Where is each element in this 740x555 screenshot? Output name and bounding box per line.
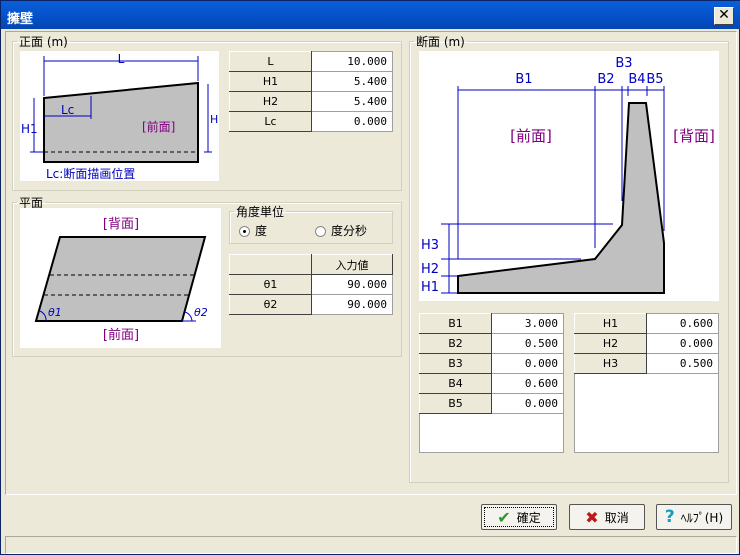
- help-label: ﾍﾙﾌﾟ(H): [680, 510, 724, 525]
- row-label: H2: [229, 91, 312, 112]
- dim-h1-label: H1: [21, 122, 38, 136]
- ok-button[interactable]: ✔ 確定: [481, 504, 557, 530]
- column-header: 入力値: [311, 254, 393, 275]
- front-face-label: [前面]: [510, 127, 552, 145]
- value-cell-theta1[interactable]: 90.000: [311, 274, 393, 295]
- value-cell-b1[interactable]: 3.000: [491, 313, 564, 334]
- row-label: H3: [574, 353, 647, 374]
- table-row: Lc 0.000: [229, 111, 393, 132]
- value-cell-theta2[interactable]: 90.000: [311, 294, 393, 315]
- row-label: B3: [419, 353, 492, 374]
- theta1-label: θ1: [48, 306, 62, 319]
- dim-b5-label: B5: [646, 72, 663, 87]
- value-cell-h3[interactable]: 0.500: [646, 353, 719, 374]
- row-label: Lc: [229, 111, 312, 132]
- ok-label: 確定: [516, 510, 541, 525]
- value-cell-b5[interactable]: 0.000: [491, 393, 564, 414]
- dim-l-label: L: [118, 52, 125, 66]
- section-legend: 断面 (m): [416, 35, 465, 49]
- dim-b3-label: B3: [615, 56, 632, 71]
- row-label: B1: [419, 313, 492, 334]
- table-row: L 10.000: [229, 51, 393, 72]
- table-row: H3 0.500: [574, 353, 719, 374]
- section-diagram: B1 B2 B3 B4 B5 H3 H2 H1 [前面] [背面]: [419, 51, 719, 301]
- status-bar: [5, 536, 737, 554]
- table-row: B4 0.600: [419, 373, 564, 394]
- table-row: H1 5.400: [229, 71, 393, 92]
- header-blank: [229, 254, 312, 275]
- front-face-label: [前面]: [142, 119, 175, 134]
- table-row: B5 0.000: [419, 393, 564, 414]
- row-label: H1: [574, 313, 647, 334]
- value-cell-h1[interactable]: 5.400: [311, 71, 393, 92]
- value-cell-b2[interactable]: 0.500: [491, 333, 564, 354]
- row-label: H1: [229, 71, 312, 92]
- b-table: B1 3.000 B2 0.500 B3 0.000 B4 0.600 B5 0.000: [419, 313, 564, 414]
- value-cell-h1[interactable]: 0.600: [646, 313, 719, 334]
- dim-h1-label: H1: [421, 280, 439, 295]
- table-row: B3 0.000: [419, 353, 564, 374]
- value-cell-l[interactable]: 10.000: [311, 51, 393, 72]
- question-icon: ?: [664, 507, 675, 527]
- value-cell-b3[interactable]: 0.000: [491, 353, 564, 374]
- close-button[interactable]: ✕: [714, 7, 734, 25]
- radio-label: 度分秒: [331, 224, 368, 238]
- row-label: θ1: [229, 274, 312, 295]
- dim-b2-label: B2: [597, 72, 614, 87]
- row-label: B5: [419, 393, 492, 414]
- dim-b4-label: B4: [628, 72, 645, 87]
- table-row: θ1 90.000: [229, 274, 393, 295]
- diagram-caption: Lc:断面描画位置: [46, 166, 135, 181]
- table-row: B2 0.500: [419, 333, 564, 354]
- dim-b1-label: B1: [515, 72, 532, 87]
- dim-h2-label: H2: [421, 262, 439, 277]
- table-row: H1 0.600: [574, 313, 719, 334]
- front-table: L 10.000 H1 5.400 H2 5.400 Lc 0.000: [229, 51, 393, 132]
- row-label: θ2: [229, 294, 312, 315]
- title-bar: 擁壁: [1, 1, 740, 29]
- window-title: 擁壁: [7, 12, 34, 27]
- value-cell-lc[interactable]: 0.000: [311, 111, 393, 132]
- table-row: B1 3.000: [419, 313, 564, 334]
- row-label: B4: [419, 373, 492, 394]
- dim-h3-label: H3: [421, 238, 439, 253]
- plan-diagram: [背面] [前面] θ1 θ2: [20, 208, 221, 348]
- front-diagram: L Lc H1 H2 [前面] Lc:断面描画位置: [20, 51, 219, 181]
- table-header-row: 入力値: [229, 254, 393, 275]
- check-icon: ✔: [497, 507, 511, 527]
- back-face-label: [背面]: [103, 217, 139, 232]
- radio-selected-icon: [239, 226, 250, 237]
- table-row: H2 5.400: [229, 91, 393, 112]
- x-icon: ✖: [585, 507, 599, 527]
- h-table: H1 0.600 H2 0.000 H3 0.500: [574, 313, 719, 374]
- radio-unselected-icon: [315, 226, 326, 237]
- row-label: B2: [419, 333, 492, 354]
- value-cell-h2[interactable]: 5.400: [311, 91, 393, 112]
- cancel-label: 取消: [604, 510, 629, 525]
- value-cell-b4[interactable]: 0.600: [491, 373, 564, 394]
- radio-dms[interactable]: 度分秒: [315, 222, 367, 239]
- value-cell-h2[interactable]: 0.000: [646, 333, 719, 354]
- row-label: H2: [574, 333, 647, 354]
- front-face-label: [前面]: [103, 327, 139, 343]
- table-row: θ2 90.000: [229, 294, 393, 315]
- angle-table: 入力値 θ1 90.000 θ2 90.000: [229, 254, 393, 315]
- back-face-label: [背面]: [673, 127, 715, 145]
- table-row: H2 0.000: [574, 333, 719, 354]
- row-label: L: [229, 51, 312, 72]
- radio-degree[interactable]: 度: [239, 222, 267, 239]
- help-button[interactable]: ? ﾍﾙﾌﾟ(H): [656, 504, 732, 530]
- angle-unit-legend: 角度単位: [236, 205, 285, 219]
- theta2-label: θ2: [194, 306, 208, 319]
- dim-h2-label: H2: [210, 113, 219, 126]
- radio-label: 度: [255, 224, 268, 238]
- dim-lc-label: Lc: [61, 103, 74, 117]
- front-legend: 正面 (m): [19, 35, 68, 49]
- cancel-button[interactable]: ✖ 取消: [569, 504, 645, 530]
